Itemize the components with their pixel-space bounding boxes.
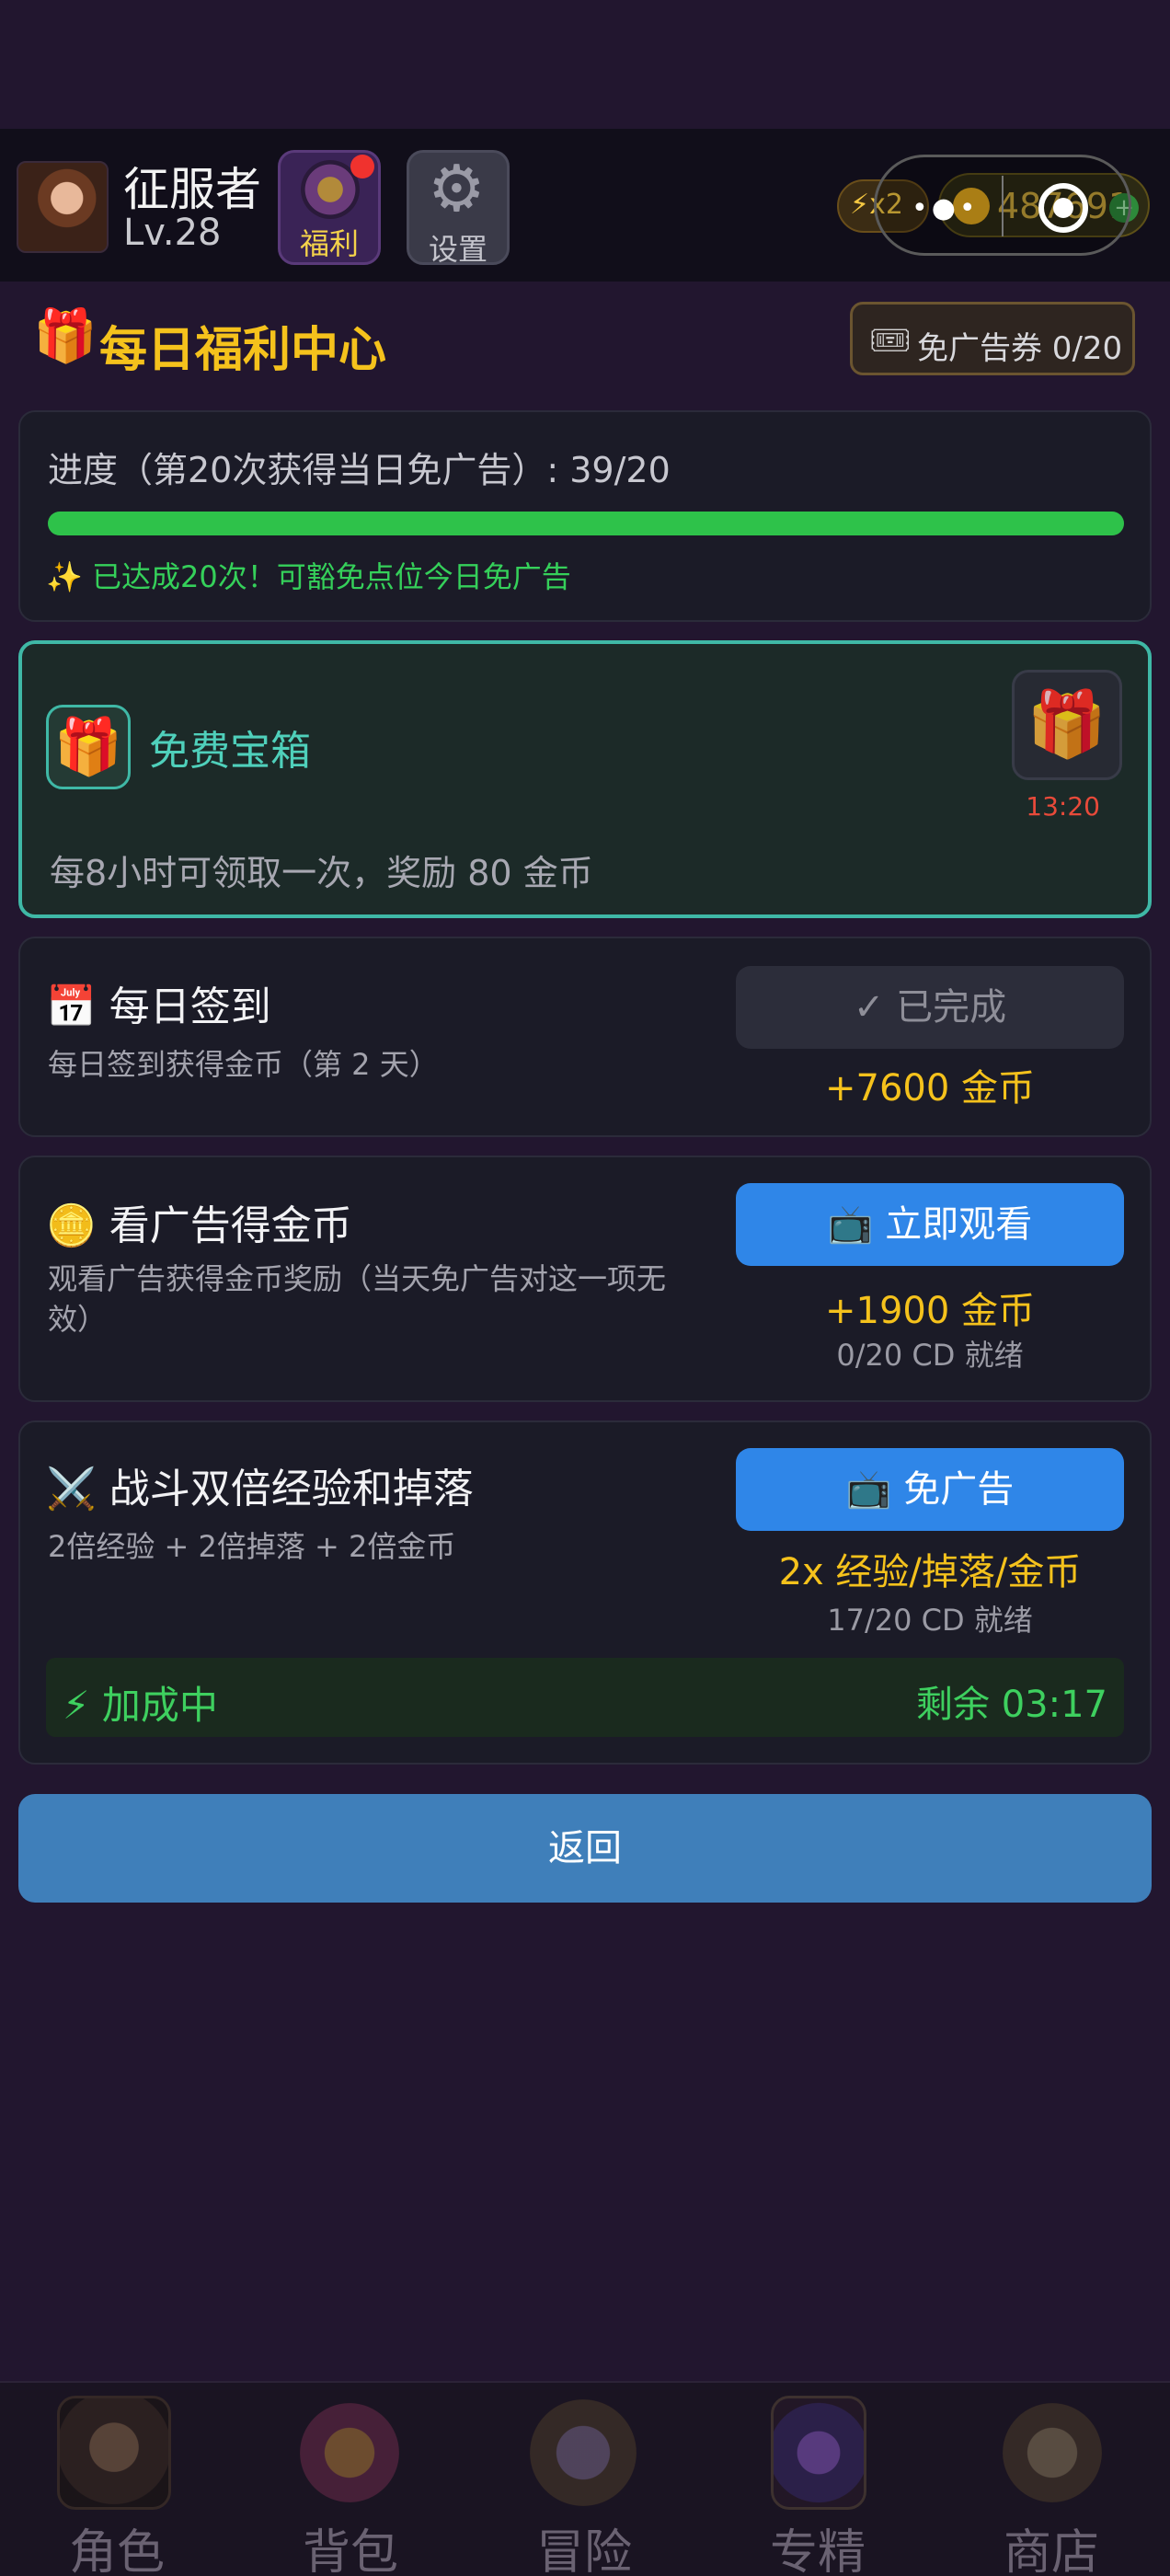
signin-reward: +7600 金币 <box>824 1067 1036 1110</box>
nav-label: 商店 <box>1003 2525 1099 2576</box>
nav-item-specialization[interactable]: 专精 <box>701 2383 935 2576</box>
ad-reward: +1900 金币 <box>824 1290 1036 1332</box>
battle-description: 2倍经验 + 2倍掉落 + 2倍金币 <box>48 1529 456 1564</box>
warrior-icon <box>57 2396 171 2510</box>
chest-box-icon[interactable]: 🎁 <box>1012 670 1122 780</box>
miniprogram-capsule: •●• <box>874 155 1131 256</box>
chest-description: 每8小时可领取一次，奖励 80 金币 <box>50 853 593 893</box>
chest-timer: 13:20 <box>1026 791 1100 822</box>
player-level: Lv.28 <box>123 212 222 254</box>
ad-free-button[interactable]: 📺 免广告 <box>736 1448 1124 1531</box>
watch-now-button[interactable]: 📺 立即观看 <box>736 1183 1124 1266</box>
daily-signin-card: 📅 每日签到 每日签到获得金币（第 2 天） ✓ 已完成 +7600 金币 <box>18 937 1152 1137</box>
welfare-label: 福利 <box>299 226 359 261</box>
ticket-count: 免广告券 0/20 <box>917 330 1123 367</box>
battle-title: ⚔️ 战斗双倍经验和掉落 <box>46 1466 474 1512</box>
notification-dot <box>350 155 374 178</box>
progress-bar-fill <box>48 512 1124 535</box>
gift-icon: 🎁 <box>33 306 98 366</box>
more-menu-icon[interactable]: •●• <box>912 192 980 224</box>
ticket-icon: 🎟 <box>869 322 912 360</box>
nav-label: 背包 <box>302 2525 398 2576</box>
bottom-nav: 角色 背包 冒险 专精 商店 <box>0 2381 1170 2576</box>
free-chest-card[interactable]: 🎁 免费宝箱 🎁 13:20 每8小时可领取一次，奖励 80 金币 <box>18 640 1152 918</box>
battle-status: 17/20 CD 就绪 <box>827 1603 1033 1638</box>
progress-bar <box>48 512 1124 535</box>
progress-note: ✨ 已达成20次！可豁免点位今日免广告 <box>46 559 571 594</box>
ad-status: 0/20 CD 就绪 <box>836 1338 1024 1373</box>
spellbook-icon <box>771 2396 866 2510</box>
boost-remaining-time: 剩余 03:17 <box>916 1684 1107 1726</box>
signin-completed-button[interactable]: ✓ 已完成 <box>736 966 1124 1049</box>
nav-item-shop[interactable]: 商店 <box>935 2383 1168 2576</box>
nav-item-adventure[interactable]: 冒险 <box>467 2383 701 2576</box>
signin-description: 每日签到获得金币（第 2 天） <box>48 1047 439 1082</box>
close-miniprogram-icon[interactable] <box>1038 183 1088 233</box>
nav-item-bag[interactable]: 背包 <box>234 2383 467 2576</box>
watch-ad-card: 🪙 看广告得金币 观看广告获得金币奖励（当天免广告对这一项无效） 📺 立即观看 … <box>18 1156 1152 1402</box>
ad-description: 观看广告获得金币奖励（当天免广告对这一项无效） <box>48 1261 667 1337</box>
progress-text: 进度（第20次获得当日免广告）: 39/20 <box>48 450 671 490</box>
page-title: 每日福利中心 <box>99 323 387 378</box>
ad-title: 🪙 看广告得金币 <box>46 1202 352 1249</box>
nav-label: 角色 <box>68 2525 165 2576</box>
nav-label: 专精 <box>769 2525 866 2576</box>
chest-gift-icon: 🎁 <box>46 705 131 789</box>
nav-label: 冒险 <box>535 2525 632 2576</box>
battle-reward: 2x 经验/掉落/金币 <box>778 1551 1082 1593</box>
welfare-button[interactable]: 福利 <box>278 150 381 265</box>
nav-item-role[interactable]: 角色 <box>0 2383 234 2576</box>
ad-free-ticket-badge: 🎟 免广告券 0/20 <box>850 302 1135 375</box>
battle-double-card: ⚔️ 战斗双倍经验和掉落 2倍经验 + 2倍掉落 + 2倍金币 📺 免广告 2x… <box>18 1420 1152 1765</box>
swords-icon <box>530 2399 637 2506</box>
bag-icon <box>300 2403 399 2502</box>
settings-label: 设置 <box>428 232 488 267</box>
gear-icon: ⚙ <box>428 151 486 226</box>
progress-card: 进度（第20次获得当日免广告）: 39/20 ✨ 已达成20次！可豁免点位今日免… <box>18 410 1152 622</box>
back-button[interactable]: 返回 <box>18 1794 1152 1903</box>
boost-active-bar: ⚡ 加成中 剩余 03:17 <box>46 1658 1124 1737</box>
shop-icon <box>1003 2403 1102 2502</box>
settings-button[interactable]: ⚙ 设置 <box>407 150 510 267</box>
player-name: 征服者 <box>123 163 261 216</box>
player-avatar[interactable] <box>17 161 109 253</box>
boost-label: ⚡ 加成中 <box>63 1683 218 1728</box>
signin-title: 📅 每日签到 <box>46 983 271 1030</box>
chest-title: 免费宝箱 <box>149 728 311 775</box>
capsule-divider <box>1002 176 1004 236</box>
